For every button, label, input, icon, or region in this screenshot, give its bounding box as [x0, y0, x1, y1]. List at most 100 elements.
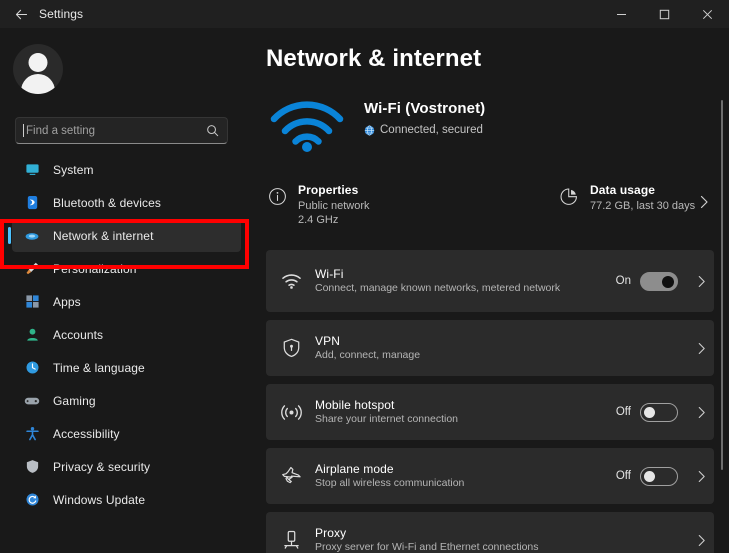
airplane-toggle[interactable]	[640, 467, 678, 486]
sidebar-item-label: System	[53, 163, 94, 177]
text-caret	[23, 124, 24, 137]
sidebar-item-bluetooth-devices[interactable]: Bluetooth & devices	[12, 186, 241, 219]
wifi-toggle[interactable]	[640, 272, 678, 291]
sidebar-item-system[interactable]: System	[12, 153, 241, 186]
row-text: Wi-Fi Connect, manage known networks, me…	[315, 267, 616, 295]
back-arrow-icon	[14, 7, 29, 22]
toggle-state-label: Off	[616, 406, 631, 418]
sidebar-item-network-internet[interactable]: Network & internet	[12, 219, 241, 252]
chevron-right-icon[interactable]	[688, 406, 714, 419]
row-description: Connect, manage known networks, metered …	[315, 282, 577, 295]
settings-rows: Wi-Fi Connect, manage known networks, me…	[266, 250, 714, 553]
row-title: Proxy	[315, 526, 688, 540]
sidebar-nav: System Bluetooth & devices Network & int…	[0, 153, 252, 516]
vertical-scrollbar[interactable]	[721, 100, 723, 470]
back-button[interactable]	[0, 0, 42, 28]
row-description: Add, connect, manage	[315, 349, 577, 362]
hotspot-toggle[interactable]	[640, 403, 678, 422]
update-refresh-icon	[24, 492, 40, 508]
search-placeholder: Find a setting	[26, 125, 95, 137]
sidebar-item-accessibility[interactable]: Accessibility	[12, 417, 241, 450]
sidebar-item-gaming[interactable]: Gaming	[12, 384, 241, 417]
row-text: VPN Add, connect, manage	[315, 334, 688, 362]
close-button[interactable]	[686, 0, 729, 28]
wifi-icon	[280, 270, 302, 292]
sidebar-item-label: Accessibility	[53, 427, 120, 441]
app-title: Settings	[39, 7, 83, 21]
chevron-right-icon[interactable]	[688, 534, 714, 547]
sidebar-item-apps[interactable]: Apps	[12, 285, 241, 318]
title-bar: Settings	[0, 0, 729, 28]
maximize-button[interactable]	[643, 0, 686, 28]
chevron-right-icon[interactable]	[688, 275, 714, 288]
window-controls	[600, 0, 729, 28]
avatar-body	[21, 74, 55, 94]
toggle-state-label: On	[616, 275, 631, 287]
sidebar: Find a setting System Bluetooth & devi	[0, 28, 252, 553]
sidebar-item-label: Windows Update	[53, 493, 145, 507]
sidebar-item-label: Personalization	[53, 262, 137, 276]
settings-window: Settings Find a setting	[0, 0, 729, 553]
row-text: Mobile hotspot Share your internet conne…	[315, 398, 616, 426]
row-vpn[interactable]: VPN Add, connect, manage	[266, 320, 714, 376]
chevron-right-icon[interactable]	[688, 342, 714, 355]
apps-grid-icon	[24, 294, 40, 310]
airplane-icon	[280, 465, 302, 487]
bluetooth-icon	[24, 195, 40, 211]
row-control: Off	[616, 403, 678, 422]
row-text: Airplane mode Stop all wireless communic…	[315, 462, 616, 490]
network-status: Connected, secured	[364, 124, 483, 136]
chevron-right-icon[interactable]	[699, 195, 709, 214]
properties-title: Properties	[298, 183, 370, 197]
toggle-knob	[644, 471, 655, 482]
row-title: Airplane mode	[315, 462, 616, 476]
hotspot-broadcast-icon	[280, 401, 302, 423]
close-icon	[702, 9, 713, 20]
row-title: VPN	[315, 334, 688, 348]
row-proxy[interactable]: Proxy Proxy server for Wi-Fi and Etherne…	[266, 512, 714, 553]
proxy-server-icon	[280, 529, 302, 551]
system-monitor-icon	[24, 162, 40, 178]
network-status-text: Connected, secured	[380, 124, 483, 136]
toggle-state-label: Off	[616, 470, 631, 482]
sidebar-item-time-language[interactable]: Time & language	[12, 351, 241, 384]
row-description: Stop all wireless communication	[315, 477, 577, 490]
row-description: Proxy server for Wi-Fi and Ethernet conn…	[315, 541, 577, 553]
row-control: Off	[616, 467, 678, 486]
row-description: Share your internet connection	[315, 413, 577, 426]
row-wi-fi[interactable]: Wi-Fi Connect, manage known networks, me…	[266, 250, 714, 312]
avatar-head	[29, 53, 48, 72]
sidebar-item-privacy-security[interactable]: Privacy & security	[12, 450, 241, 483]
sidebar-item-accounts[interactable]: Accounts	[12, 318, 241, 351]
sidebar-item-label: Time & language	[53, 361, 145, 375]
vpn-shield-icon	[280, 337, 302, 359]
search-icon[interactable]	[206, 124, 219, 137]
row-mobile-hotspot[interactable]: Mobile hotspot Share your internet conne…	[266, 384, 714, 440]
sidebar-item-windows-update[interactable]: Windows Update	[12, 483, 241, 516]
data-usage-tile[interactable]: Data usage 77.2 GB, last 30 days	[558, 183, 695, 213]
row-control: On	[616, 272, 678, 291]
globe-icon	[364, 125, 375, 136]
search-input[interactable]: Find a setting	[15, 117, 228, 144]
row-title: Wi-Fi	[315, 267, 616, 281]
paintbrush-icon	[24, 261, 40, 277]
quick-settings: Properties Public network 2.4 GHz Data u…	[266, 183, 711, 238]
wifi-signal-icon	[270, 98, 344, 152]
minimize-button[interactable]	[600, 0, 643, 28]
sidebar-item-label: Apps	[53, 295, 81, 309]
sidebar-item-label: Privacy & security	[53, 460, 150, 474]
maximize-icon	[659, 9, 670, 20]
row-title: Mobile hotspot	[315, 398, 616, 412]
toggle-knob	[644, 407, 655, 418]
properties-network-type: Public network	[298, 199, 370, 213]
properties-tile[interactable]: Properties Public network 2.4 GHz	[266, 183, 370, 238]
minimize-icon	[616, 9, 627, 20]
chevron-right-icon[interactable]	[688, 470, 714, 483]
wifi-icon	[24, 228, 40, 244]
sidebar-item-personalization[interactable]: Personalization	[12, 252, 241, 285]
sidebar-item-label: Accounts	[53, 328, 103, 342]
shield-icon	[24, 459, 40, 475]
avatar[interactable]	[13, 44, 63, 94]
accessibility-icon	[24, 426, 40, 442]
row-airplane-mode[interactable]: Airplane mode Stop all wireless communic…	[266, 448, 714, 504]
